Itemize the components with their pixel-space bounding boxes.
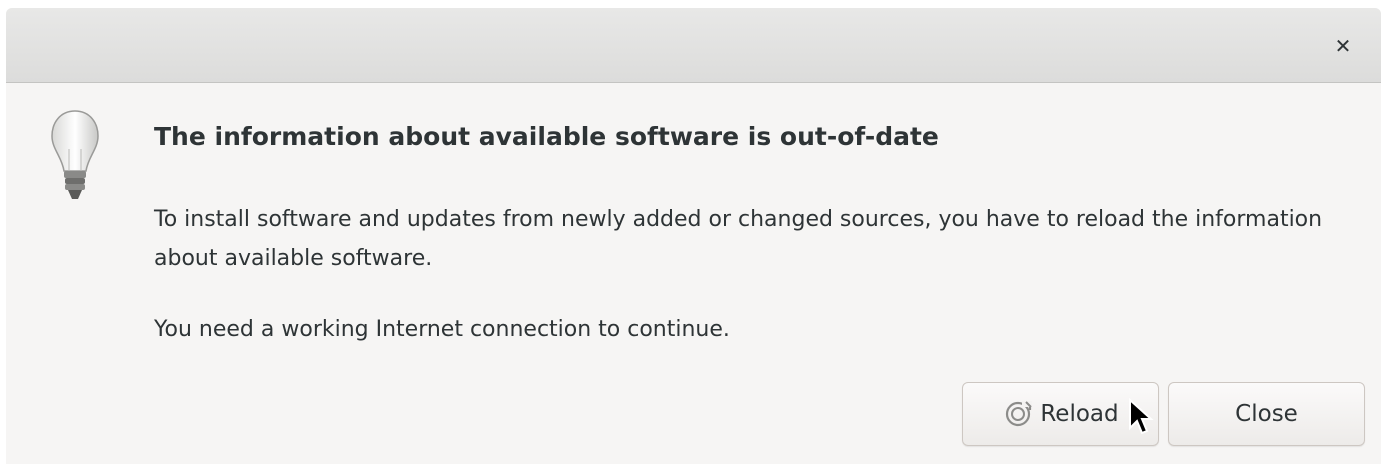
dialog-note-text: You need a working Internet connection t…	[154, 317, 730, 342]
reload-dialog: ✕ The information about available softwa…	[6, 8, 1381, 464]
close-button-label: Close	[1235, 401, 1298, 427]
reload-icon	[1002, 398, 1034, 430]
dialog-heading: The information about available software…	[154, 122, 939, 151]
dialog-body-text: To install software and updates from new…	[154, 207, 1323, 271]
mouse-pointer-icon	[1129, 398, 1154, 435]
reload-button-label: Reload	[1040, 401, 1119, 427]
dialog-titlebar: ✕	[6, 8, 1381, 83]
lightbulb-icon	[51, 110, 99, 199]
close-icon[interactable]: ✕	[1327, 30, 1359, 62]
close-button[interactable]: Close	[1168, 382, 1365, 446]
